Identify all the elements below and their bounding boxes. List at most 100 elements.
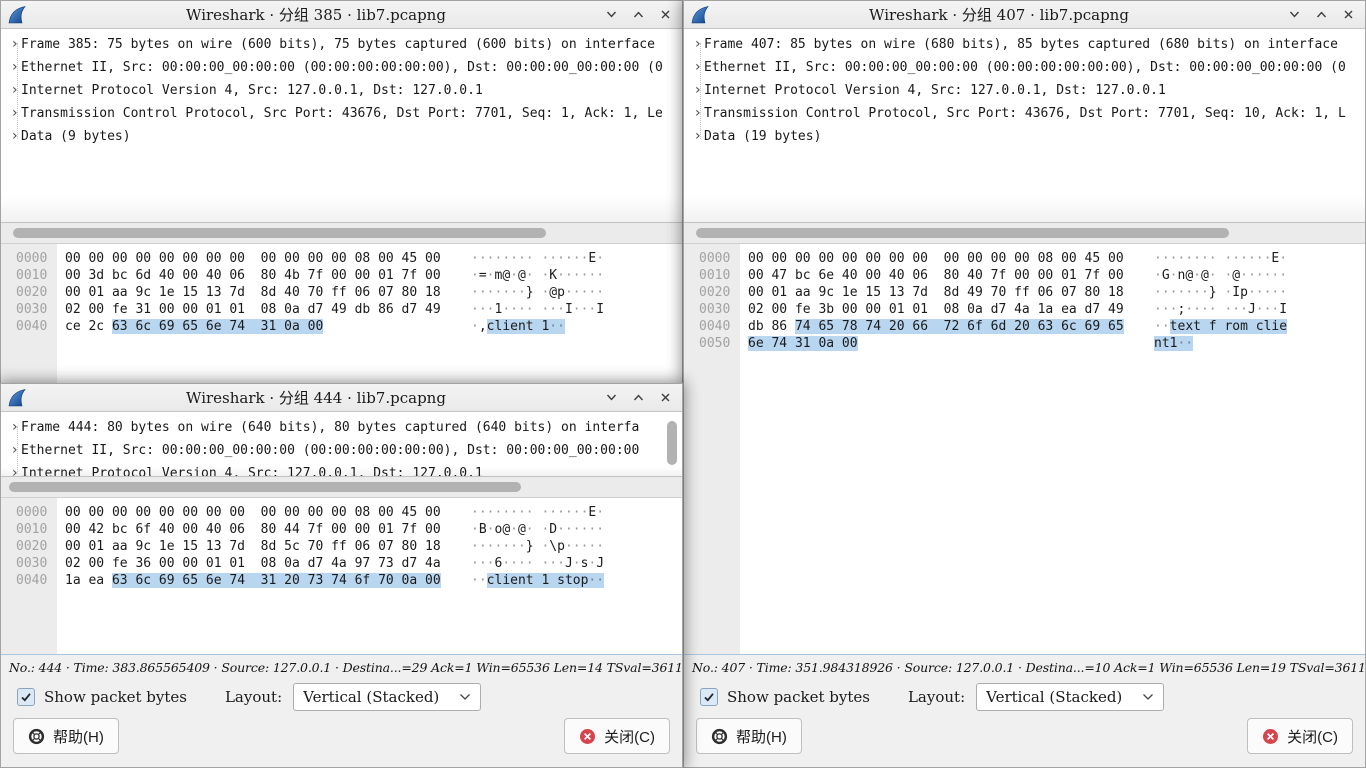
hex-bytes[interactable]: 00 00 00 00 00 00 00 00 00 00 00 00 08 0… (57, 504, 471, 521)
tree-row-label: Frame 407: 85 bytes on wire (680 bits), … (704, 33, 1338, 56)
hex-bytes[interactable]: 00 01 aa 9c 1e 15 13 7d 8d 5c 70 ff 06 0… (57, 538, 471, 555)
tree-row[interactable]: ›Frame 444: 80 bytes on wire (640 bits),… (1, 416, 682, 439)
show-packet-bytes-checkbox[interactable] (17, 688, 35, 706)
hex-row[interactable]: 000000 00 00 00 00 00 00 00 00 00 00 00 … (1, 504, 682, 521)
expander-chevron-icon[interactable]: › (1, 462, 21, 476)
close-button[interactable]: 关闭(C) (564, 718, 670, 754)
hex-row[interactable]: 001000 42 bc 6f 40 00 40 06 80 44 7f 00 … (1, 521, 682, 538)
expander-chevron-icon[interactable]: › (1, 439, 21, 462)
hex-row[interactable]: 0040db 86 74 65 78 74 20 66 72 6f 6d 20 … (684, 318, 1365, 335)
hex-row[interactable]: 002000 01 aa 9c 1e 15 13 7d 8d 49 70 ff … (684, 284, 1365, 301)
hex-bytes[interactable]: 00 42 bc 6f 40 00 40 06 80 44 7f 00 00 0… (57, 521, 471, 538)
hex-bytes[interactable]: 00 00 00 00 00 00 00 00 00 00 00 00 08 0… (57, 250, 471, 267)
close-button[interactable]: 关闭(C) (1247, 718, 1353, 754)
layout-dropdown[interactable]: Vertical (Stacked) (976, 683, 1164, 711)
hex-row[interactable]: 002000 01 aa 9c 1e 15 13 7d 8d 5c 70 ff … (1, 538, 682, 555)
vertical-scrollbar-thumb[interactable] (667, 421, 677, 465)
expander-chevron-icon[interactable]: › (684, 33, 704, 56)
hex-bytes[interactable]: 1a ea 63 6c 69 65 6e 74 31 20 73 74 6f 7… (57, 572, 471, 589)
expander-chevron-icon[interactable]: › (684, 79, 704, 102)
hex-bytes[interactable]: 02 00 fe 36 00 00 01 01 08 0a d7 4a 97 7… (57, 555, 471, 572)
hex-row[interactable]: 00401a ea 63 6c 69 65 6e 74 31 20 73 74 … (1, 572, 682, 589)
close-window-button[interactable] (658, 391, 672, 405)
maximize-button[interactable] (1314, 8, 1328, 22)
tree-row[interactable]: ›Internet Protocol Version 4, Src: 127.0… (1, 462, 682, 476)
hex-ascii[interactable]: ········ ······E· (471, 250, 604, 267)
hex-row[interactable]: 002000 01 aa 9c 1e 15 13 7d 8d 40 70 ff … (1, 284, 682, 301)
hex-ascii[interactable]: ··client 1 stop·· (471, 572, 604, 589)
hex-row[interactable]: 000000 00 00 00 00 00 00 00 00 00 00 00 … (684, 250, 1365, 267)
hex-bytes[interactable]: db 86 74 65 78 74 20 66 72 6f 6d 20 63 6… (740, 318, 1154, 335)
tree-row[interactable]: ›Internet Protocol Version 4, Src: 127.0… (1, 79, 682, 102)
maximize-button[interactable] (631, 8, 645, 22)
hex-row[interactable]: 000000 00 00 00 00 00 00 00 00 00 00 00 … (1, 250, 682, 267)
hex-ascii[interactable]: ··text f rom clie (1154, 318, 1287, 335)
hex-ascii[interactable]: ········ ······E· (471, 504, 604, 521)
hex-ascii[interactable]: ·G·n@·@· ·@······ (1154, 267, 1287, 284)
maximize-button[interactable] (631, 391, 645, 405)
hex-row[interactable]: 001000 47 bc 6e 40 00 40 06 80 40 7f 00 … (684, 267, 1365, 284)
hex-ascii[interactable]: ·,client 1·· (471, 318, 565, 335)
close-window-button[interactable] (1341, 8, 1355, 22)
tree-row[interactable]: ›Data (19 bytes) (684, 125, 1365, 148)
tree-row[interactable]: ›Ethernet II, Src: 00:00:00_00:00:00 (00… (1, 56, 682, 79)
tree-row[interactable]: ›Data (9 bytes) (1, 125, 682, 148)
expander-chevron-icon[interactable]: › (684, 125, 704, 148)
hex-bytes[interactable]: 02 00 fe 31 00 00 01 01 08 0a d7 49 db 8… (57, 301, 471, 318)
close-window-button[interactable] (658, 8, 672, 22)
hex-bytes[interactable]: 6e 74 31 0a 00 (740, 335, 1154, 352)
hex-ascii[interactable]: ···;···· ···J···I (1154, 301, 1287, 318)
hex-row[interactable]: 003002 00 fe 36 00 00 01 01 08 0a d7 4a … (1, 555, 682, 572)
hex-row[interactable]: 003002 00 fe 3b 00 00 01 01 08 0a d7 4a … (684, 301, 1365, 318)
hex-row[interactable]: 00506e 74 31 0a 00nt1·· (684, 335, 1365, 352)
hex-ascii[interactable]: ···6···· ···J·s·J (471, 555, 604, 572)
title-bar[interactable]: Wireshark · 分组 444 · lib7.pcapng (1, 384, 682, 412)
tree-row[interactable]: ›Frame 385: 75 bytes on wire (600 bits),… (1, 33, 682, 56)
tree-row[interactable]: ›Ethernet II, Src: 00:00:00_00:00:00 (00… (1, 439, 682, 462)
tree-row[interactable]: ›Internet Protocol Version 4, Src: 127.0… (684, 79, 1365, 102)
tree-row[interactable]: ›Ethernet II, Src: 00:00:00_00:00:00 (00… (684, 56, 1365, 79)
hex-bytes[interactable]: 00 01 aa 9c 1e 15 13 7d 8d 40 70 ff 06 0… (57, 284, 471, 301)
hex-bytes[interactable]: ce 2c 63 6c 69 65 6e 74 31 0a 00 (57, 318, 471, 335)
hex-ascii[interactable]: ········ ······E· (1154, 250, 1287, 267)
show-packet-bytes-checkbox[interactable] (700, 688, 718, 706)
expander-chevron-icon[interactable]: › (1, 416, 21, 439)
title-bar[interactable]: Wireshark · 分组 385 · lib7.pcapng (1, 1, 682, 29)
help-button[interactable]: 帮助(H) (13, 718, 119, 754)
layout-dropdown[interactable]: Vertical (Stacked) (293, 683, 481, 711)
horizontal-scrollbar-thumb[interactable] (13, 228, 546, 238)
tree-row[interactable]: ›Transmission Control Protocol, Src Port… (684, 102, 1365, 125)
hex-row[interactable]: 003002 00 fe 31 00 00 01 01 08 0a d7 49 … (1, 301, 682, 318)
hex-offset: 0040 (1, 318, 57, 335)
hex-ascii[interactable]: ·······} ·Ip····· (1154, 284, 1287, 301)
expander-chevron-icon[interactable]: › (1, 33, 21, 56)
hex-bytes[interactable]: 02 00 fe 3b 00 00 01 01 08 0a d7 4a 1a e… (740, 301, 1154, 318)
tree-row[interactable]: ›Transmission Control Protocol, Src Port… (1, 102, 682, 125)
minimize-button[interactable] (1287, 8, 1301, 22)
help-button[interactable]: 帮助(H) (696, 718, 802, 754)
expander-chevron-icon[interactable]: › (1, 79, 21, 102)
expander-chevron-icon[interactable]: › (1, 102, 21, 125)
expander-chevron-icon[interactable]: › (1, 56, 21, 79)
hex-ascii[interactable]: ·······} ·\p····· (471, 538, 604, 555)
hex-row[interactable]: 0040ce 2c 63 6c 69 65 6e 74 31 0a 00·,cl… (1, 318, 682, 335)
expander-chevron-icon[interactable]: › (684, 56, 704, 79)
hex-ascii[interactable]: ···1···· ···I···I (471, 301, 604, 318)
minimize-button[interactable] (604, 391, 618, 405)
expander-chevron-icon[interactable]: › (684, 102, 704, 125)
hex-ascii[interactable]: ·B·o@·@· ·D······ (471, 521, 604, 538)
hex-ascii[interactable]: ·······} ·@p····· (471, 284, 604, 301)
hex-bytes[interactable]: 00 47 bc 6e 40 00 40 06 80 40 7f 00 00 0… (740, 267, 1154, 284)
horizontal-scrollbar-thumb[interactable] (9, 482, 521, 492)
hex-bytes[interactable]: 00 00 00 00 00 00 00 00 00 00 00 00 08 0… (740, 250, 1154, 267)
tree-row[interactable]: ›Frame 407: 85 bytes on wire (680 bits),… (684, 33, 1365, 56)
minimize-button[interactable] (604, 8, 618, 22)
title-bar[interactable]: Wireshark · 分组 407 · lib7.pcapng (684, 1, 1365, 29)
hex-bytes[interactable]: 00 3d bc 6d 40 00 40 06 80 4b 7f 00 00 0… (57, 267, 471, 284)
horizontal-scrollbar-thumb[interactable] (696, 228, 1229, 238)
hex-row[interactable]: 001000 3d bc 6d 40 00 40 06 80 4b 7f 00 … (1, 267, 682, 284)
expander-chevron-icon[interactable]: › (1, 125, 21, 148)
hex-ascii[interactable]: nt1·· (1154, 335, 1193, 352)
hex-bytes[interactable]: 00 01 aa 9c 1e 15 13 7d 8d 49 70 ff 06 0… (740, 284, 1154, 301)
hex-ascii[interactable]: ·=·m@·@· ·K······ (471, 267, 604, 284)
